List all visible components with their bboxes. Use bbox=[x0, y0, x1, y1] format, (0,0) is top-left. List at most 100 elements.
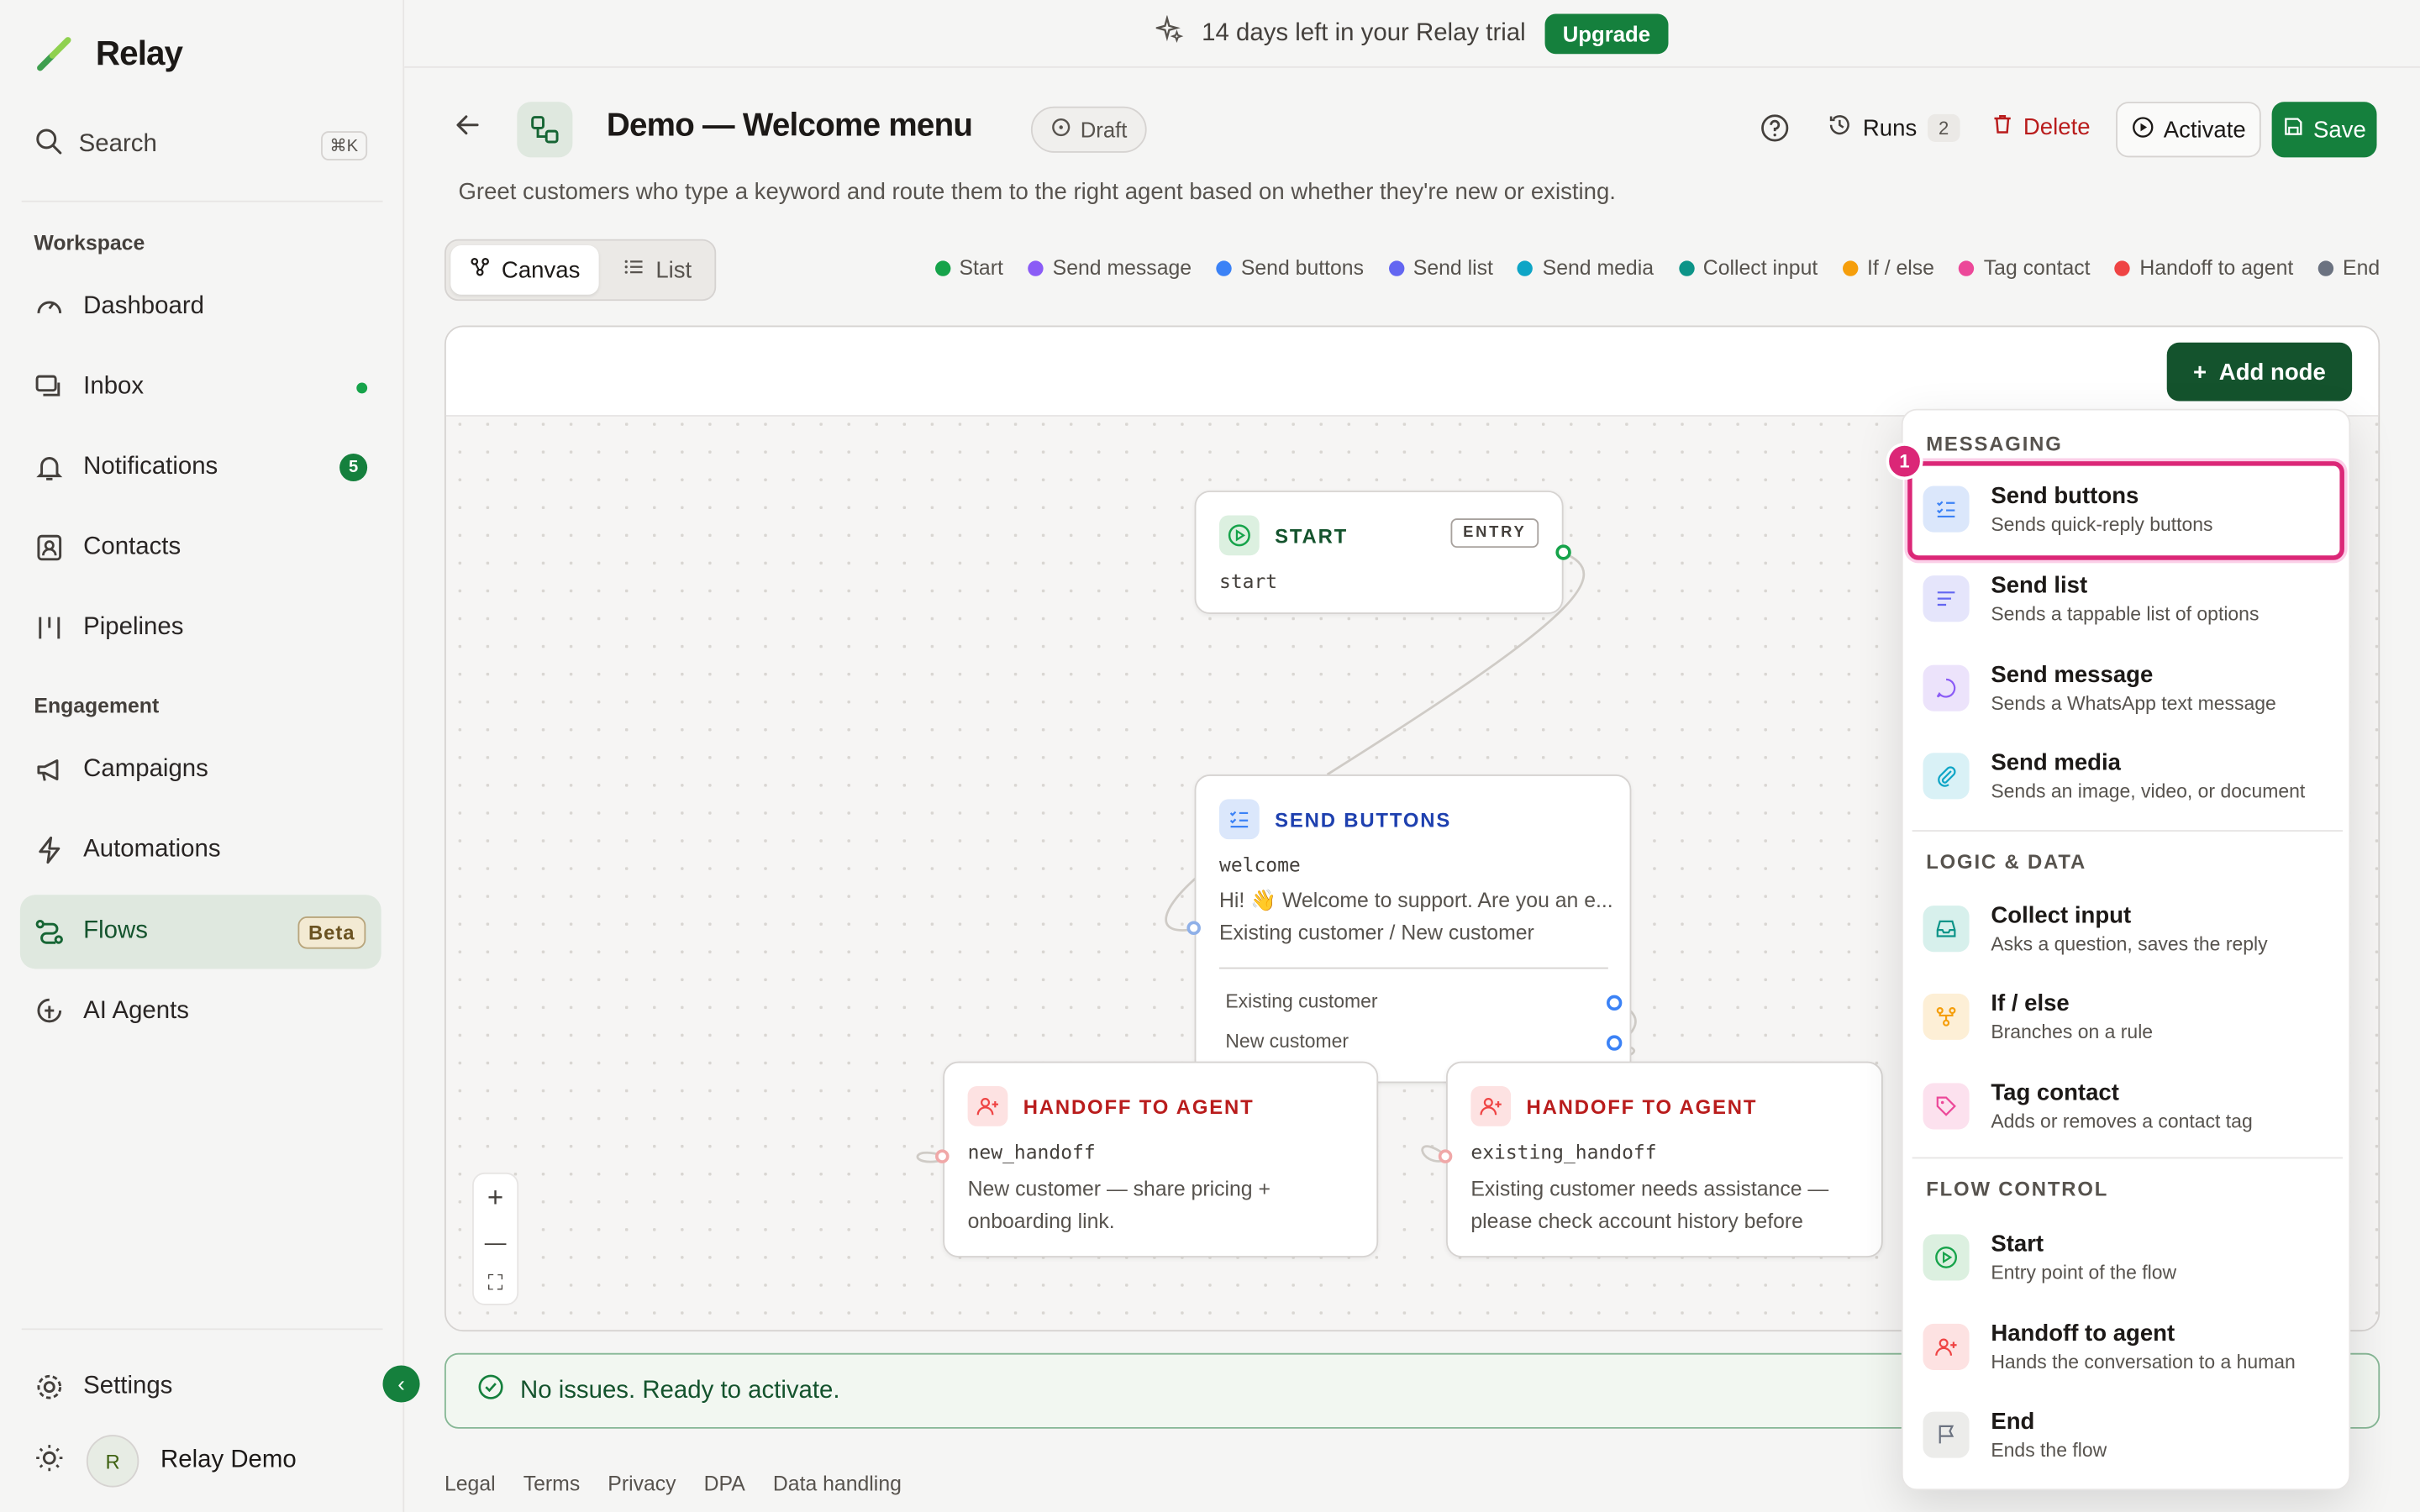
chevron-left-icon: ‹ bbox=[397, 1371, 405, 1397]
menu-item-end[interactable]: End Ends the flow bbox=[1912, 1394, 2343, 1477]
sidebar-item-campaigns[interactable]: Campaigns bbox=[20, 732, 381, 806]
sidebar-item-flows[interactable]: Flows Beta bbox=[19, 895, 381, 969]
legend-dot bbox=[1518, 260, 1534, 276]
sidebar-item-pipelines[interactable]: Pipelines bbox=[20, 591, 381, 664]
legend-label: Send media bbox=[1542, 255, 1655, 280]
divider bbox=[1912, 1157, 2344, 1159]
search-shortcut: ⌘K bbox=[320, 131, 368, 161]
user-menu[interactable]: R Relay Demo bbox=[34, 1435, 297, 1488]
input-port[interactable] bbox=[1186, 921, 1201, 936]
tab-canvas[interactable]: Canvas bbox=[450, 245, 599, 295]
clock-icon bbox=[1051, 118, 1071, 142]
play-circle-icon bbox=[1218, 515, 1260, 556]
sidebar-item-label: Notifications bbox=[83, 453, 218, 480]
view-tabs: Canvas List bbox=[444, 239, 717, 302]
node-message: Hi! 👋 Welcome to support. Are you an e..… bbox=[1218, 888, 1613, 912]
sidebar: Relay Search ⌘K Workspace Dashboard Inbo… bbox=[0, 0, 405, 1512]
tab-list[interactable]: List bbox=[605, 245, 711, 295]
input-port[interactable] bbox=[1438, 1149, 1453, 1163]
activate-button[interactable]: Activate bbox=[2116, 102, 2261, 158]
menu-item-desc: Asks a question, saves the reply bbox=[1991, 933, 2268, 955]
divider bbox=[1218, 967, 1608, 969]
check-circle-icon bbox=[477, 1373, 505, 1409]
legend-item: Collect input bbox=[1678, 256, 1818, 279]
delete-button[interactable]: Delete bbox=[1991, 113, 2091, 142]
zoom-controls: + — ⛶ bbox=[472, 1172, 519, 1305]
legend-dot bbox=[2317, 260, 2334, 276]
tab-label: Canvas bbox=[501, 256, 581, 284]
menu-item-title: If / else bbox=[1991, 990, 2070, 1017]
legend-label: Send buttons bbox=[1240, 255, 1365, 280]
zoom-out-button[interactable]: — bbox=[485, 1230, 507, 1254]
runs-button[interactable]: Runs 2 bbox=[1828, 113, 1960, 144]
footer-link-dpa[interactable]: DPA bbox=[704, 1472, 745, 1495]
footer-link-terms[interactable]: Terms bbox=[523, 1472, 580, 1495]
legend-dot bbox=[1842, 260, 1859, 276]
legend-item: Send list bbox=[1388, 255, 1493, 280]
search-button[interactable]: Search ⌘K bbox=[34, 123, 368, 166]
sidebar-item-contacts[interactable]: Contacts bbox=[20, 511, 381, 585]
menu-item-send-media[interactable]: Send media Sends an image, video, or docu… bbox=[1912, 734, 2343, 817]
status-label: Draft bbox=[1080, 117, 1128, 142]
sidebar-item-settings[interactable]: Settings bbox=[20, 1350, 381, 1424]
footer-links: Legal Terms Privacy DPA Data handling bbox=[445, 1472, 902, 1495]
play-circle-icon bbox=[2131, 115, 2154, 144]
legend-dot bbox=[1388, 260, 1404, 276]
menu-item-start[interactable]: Start Entry point of the flow bbox=[1912, 1215, 2343, 1299]
legend-label: Send list bbox=[1413, 255, 1493, 280]
sidebar-item-notifications[interactable]: Notifications 5 bbox=[20, 430, 381, 504]
save-label: Save bbox=[2313, 116, 2366, 143]
footer-link-data-handling[interactable]: Data handling bbox=[773, 1472, 902, 1495]
node-start[interactable]: START ENTRY start bbox=[1194, 491, 1571, 615]
beta-badge: Beta bbox=[297, 916, 366, 948]
zoom-in-button[interactable]: + bbox=[487, 1182, 503, 1215]
settings-label: Settings bbox=[83, 1373, 173, 1399]
user-plus-icon bbox=[1470, 1086, 1512, 1126]
sidebar-item-automations[interactable]: Automations bbox=[20, 813, 381, 887]
runs-count: 2 bbox=[1928, 113, 1960, 142]
sidebar-item-ai-agents[interactable]: AI Agents bbox=[20, 975, 381, 1049]
status-badge: Draft bbox=[1030, 106, 1148, 153]
node-handoff-existing[interactable]: HANDOFF TO AGENT existing_handoff Existi… bbox=[1438, 1061, 1883, 1257]
fit-view-button[interactable]: ⛶ bbox=[488, 1270, 503, 1296]
sparkles-icon bbox=[1153, 14, 1183, 50]
save-button[interactable]: Save bbox=[2271, 102, 2377, 158]
add-node-menu: MESSAGING Send buttons Sends quick-reply … bbox=[1901, 408, 2351, 1491]
button-option: Existing customer bbox=[1225, 990, 1378, 1012]
option-port[interactable] bbox=[1607, 1035, 1623, 1051]
output-port[interactable] bbox=[1555, 544, 1571, 560]
brand[interactable]: Relay bbox=[34, 34, 183, 74]
menu-item-desc: Hands the conversation to a human bbox=[1991, 1351, 2296, 1373]
megaphone-icon bbox=[34, 754, 65, 785]
menu-item-send-list[interactable]: Send list Sends a tappable list of option… bbox=[1912, 557, 2343, 640]
footer-link-privacy[interactable]: Privacy bbox=[608, 1472, 676, 1495]
node-type-legend: Start Send message Send buttons Send lis… bbox=[934, 255, 2380, 280]
menu-item-handoff-to-agent[interactable]: Handoff to agent Hands the conversation t… bbox=[1912, 1305, 2343, 1389]
footer-link-legal[interactable]: Legal bbox=[445, 1472, 496, 1495]
menu-item-tag-contact[interactable]: Tag contact Adds or removes a contact tag bbox=[1912, 1064, 2343, 1147]
input-port[interactable] bbox=[935, 1149, 950, 1163]
checklist-icon bbox=[1218, 799, 1260, 840]
menu-item-if-else[interactable]: If / else Branches on a rule bbox=[1912, 975, 2343, 1058]
menu-item-send-message[interactable]: Send message Sends a WhatsApp text messag… bbox=[1912, 647, 2343, 730]
legend-item: Tag contact bbox=[1959, 255, 2091, 280]
collapse-sidebar-button[interactable]: ‹ bbox=[382, 1365, 420, 1403]
sidebar-item-inbox[interactable]: Inbox bbox=[20, 350, 381, 424]
legend-item: Send buttons bbox=[1216, 255, 1365, 280]
node-send-buttons[interactable]: SEND BUTTONS welcome Hi! 👋 Welcome to su… bbox=[1186, 774, 1632, 1084]
upgrade-button[interactable]: Upgrade bbox=[1544, 13, 1670, 54]
sidebar-item-label: Flows bbox=[83, 917, 148, 945]
sidebar-item-dashboard[interactable]: Dashboard bbox=[20, 270, 381, 344]
help-icon[interactable] bbox=[1760, 113, 1791, 144]
trash-icon bbox=[1991, 113, 2014, 142]
gear-icon bbox=[34, 1372, 65, 1403]
legend-label: Tag contact bbox=[1983, 255, 2091, 280]
sun-icon[interactable] bbox=[34, 1441, 65, 1480]
option-port[interactable] bbox=[1607, 995, 1623, 1011]
node-handoff-new[interactable]: HANDOFF TO AGENT new_handoff New custome… bbox=[935, 1061, 1379, 1257]
unread-dot bbox=[356, 381, 368, 393]
node-header: HANDOFF TO AGENT bbox=[1470, 1086, 1757, 1126]
node-id: welcome bbox=[1218, 853, 1301, 877]
back-button[interactable] bbox=[454, 111, 481, 148]
menu-item-collect-input[interactable]: Collect input Asks a question, saves the … bbox=[1912, 887, 2343, 970]
